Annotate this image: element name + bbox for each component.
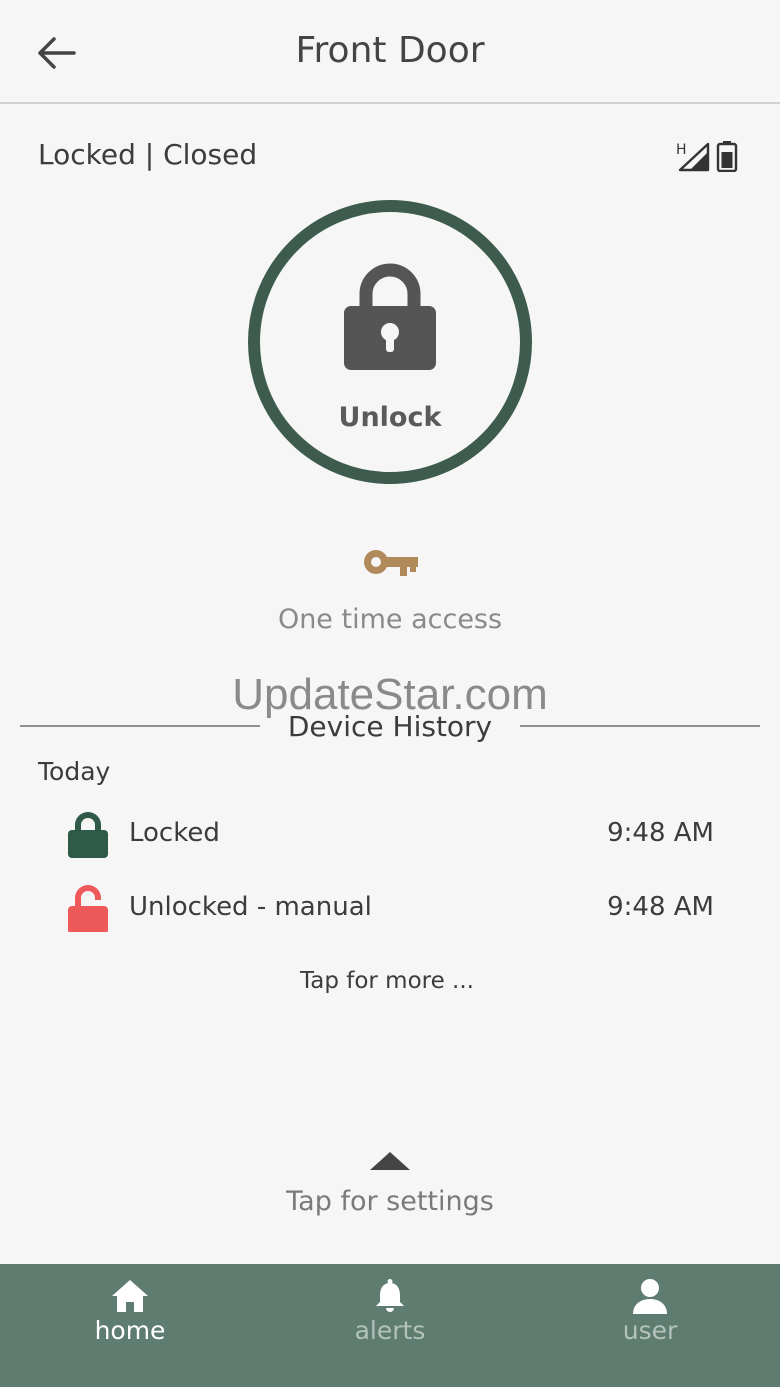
unlock-button[interactable]: Unlock	[248, 200, 532, 484]
history-row-unlocked[interactable]: Unlocked - manual 9:48 AM	[0, 880, 780, 936]
history-more-link[interactable]: Tap for more ...	[0, 968, 774, 994]
device-history-title: Device History	[287, 710, 493, 743]
one-time-access-link[interactable]: One time access	[0, 604, 780, 635]
nav-home-tab[interactable]: home	[50, 1278, 210, 1374]
battery-icon	[716, 141, 738, 172]
signal-type-label: H	[676, 142, 687, 158]
history-event-label: Unlocked - manual	[129, 892, 372, 922]
key-icon[interactable]	[362, 546, 418, 578]
padlock-icon	[344, 263, 436, 370]
history-event-time: 9:48 AM	[607, 892, 714, 922]
nav-label: alerts	[354, 1316, 426, 1345]
bottom-nav: home alerts user	[0, 1264, 780, 1387]
nav-user-tab[interactable]: user	[570, 1278, 730, 1374]
lock-status-text: Locked | Closed	[38, 138, 258, 171]
home-icon	[112, 1280, 148, 1312]
nav-alerts-tab[interactable]: alerts	[310, 1278, 470, 1374]
unlocked-icon	[68, 885, 108, 932]
locked-icon	[68, 812, 108, 858]
chevron-up-icon[interactable]	[368, 1150, 412, 1172]
history-day-label: Today	[38, 757, 111, 786]
app-header: Front Door	[0, 0, 780, 104]
user-icon	[633, 1279, 667, 1314]
unlock-label: Unlock	[338, 402, 442, 433]
settings-link[interactable]: Tap for settings	[0, 1186, 780, 1217]
nav-label: home	[94, 1316, 166, 1345]
history-event-label: Locked	[129, 818, 220, 848]
page-title: Front Door	[295, 30, 485, 71]
nav-label: user	[622, 1316, 678, 1345]
history-row-locked[interactable]: Locked 9:48 AM	[0, 806, 780, 862]
cell-signal-icon: H	[676, 142, 710, 172]
bell-icon	[376, 1279, 404, 1312]
history-event-time: 9:48 AM	[607, 818, 714, 848]
